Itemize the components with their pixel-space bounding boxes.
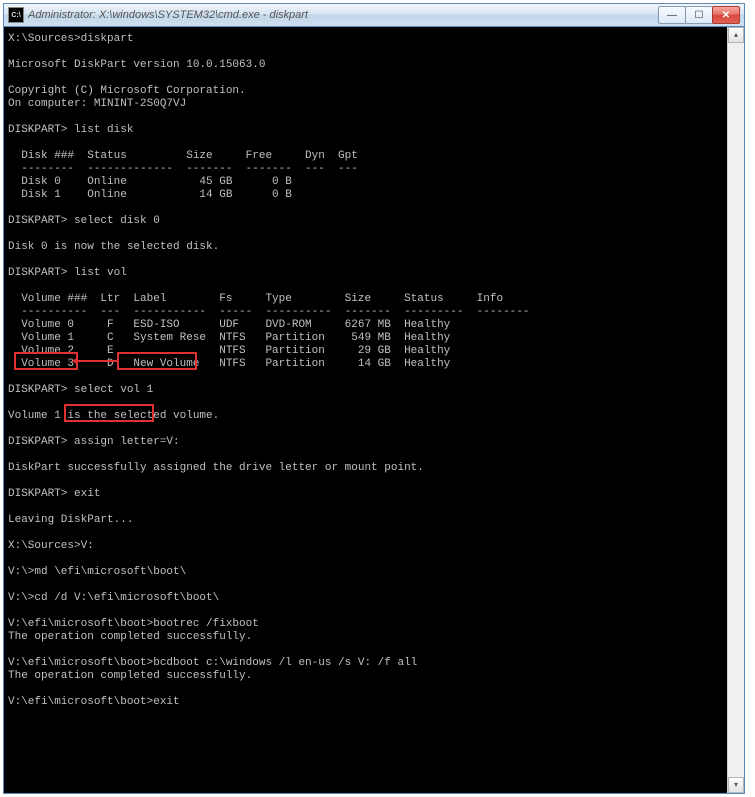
scroll-up-button[interactable]: ▴ — [728, 27, 744, 43]
term-line: Volume 1 is the selected volume. — [8, 410, 219, 422]
term-line: X:\Sources>V: — [8, 540, 94, 552]
maximize-button[interactable]: ☐ — [685, 6, 713, 24]
cmd-icon: C:\ — [8, 7, 24, 23]
term-line: DiskPart successfully assigned the drive… — [8, 462, 424, 474]
close-button[interactable]: ✕ — [712, 6, 740, 24]
term-line: DISKPART> list vol — [8, 267, 127, 279]
minimize-button[interactable]: — — [658, 6, 686, 24]
term-line: Copyright (C) Microsoft Corporation. — [8, 85, 246, 97]
term-line: Volume 3 D New Volume NTFS Partition 14 … — [8, 358, 450, 370]
term-line: V:\>md \efi\microsoft\boot\ — [8, 566, 186, 578]
window-title: Administrator: X:\windows\SYSTEM32\cmd.e… — [28, 9, 659, 21]
term-line: Disk 0 Online 45 GB 0 B — [8, 176, 292, 188]
term-line: DISKPART> list disk — [8, 124, 133, 136]
term-line: DISKPART> select disk 0 — [8, 215, 160, 227]
vertical-scrollbar[interactable]: ▴ ▾ — [727, 27, 744, 793]
term-line: DISKPART> select vol 1 — [8, 384, 153, 396]
term-line: X:\Sources>diskpart — [8, 33, 133, 45]
term-line: Disk 1 Online 14 GB 0 B — [8, 189, 292, 201]
scroll-down-button[interactable]: ▾ — [728, 777, 744, 793]
term-line: V:\efi\microsoft\boot>exit — [8, 696, 180, 708]
term-line: Volume ### Ltr Label Fs Type Size Status… — [8, 293, 503, 305]
term-line: Volume 0 F ESD-ISO UDF DVD-ROM 6267 MB H… — [8, 319, 450, 331]
term-line: V:\efi\microsoft\boot>bootrec /fixboot — [8, 618, 259, 630]
term-line: On computer: MININT-2S0Q7VJ — [8, 98, 186, 110]
terminal-output[interactable]: X:\Sources>diskpart Microsoft DiskPart v… — [4, 27, 727, 793]
term-line: DISKPART> exit — [8, 488, 100, 500]
term-line: V:\efi\microsoft\boot>bcdboot c:\windows… — [8, 657, 417, 669]
window-controls: — ☐ ✕ — [659, 6, 740, 24]
terminal-wrapper: X:\Sources>diskpart Microsoft DiskPart v… — [4, 27, 744, 793]
term-line: The operation completed successfully. — [8, 670, 252, 682]
term-line: Leaving DiskPart... — [8, 514, 133, 526]
term-line: ---------- --- ----------- ----- -------… — [8, 306, 530, 318]
term-line: Microsoft DiskPart version 10.0.15063.0 — [8, 59, 265, 71]
term-line: Disk 0 is now the selected disk. — [8, 241, 219, 253]
term-line: Volume 2 E NTFS Partition 29 GB Healthy — [8, 345, 450, 357]
term-line: V:\>cd /d V:\efi\microsoft\boot\ — [8, 592, 219, 604]
cmd-window: C:\ Administrator: X:\windows\SYSTEM32\c… — [3, 3, 745, 794]
term-line: -------- ------------- ------- ------- -… — [8, 163, 358, 175]
titlebar[interactable]: C:\ Administrator: X:\windows\SYSTEM32\c… — [4, 4, 744, 27]
term-line: The operation completed successfully. — [8, 631, 252, 643]
term-line: Volume 1 C System Rese NTFS Partition 54… — [8, 332, 450, 344]
term-line: DISKPART> assign letter=V: — [8, 436, 180, 448]
term-line: Disk ### Status Size Free Dyn Gpt — [8, 150, 358, 162]
